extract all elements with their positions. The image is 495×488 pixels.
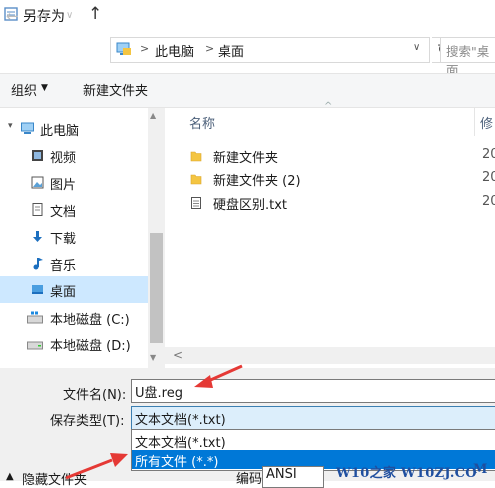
nav-item-drive-c[interactable]: 本地磁盘 (C:) — [0, 304, 148, 331]
breadcrumb-separator[interactable]: > — [205, 42, 214, 55]
video-icon — [32, 150, 43, 161]
windows-drive-icon — [27, 311, 43, 324]
save-type-value[interactable]: 文本文档(*.txt) — [135, 409, 226, 428]
title-bar — [0, 0, 495, 30]
nav-label: 音乐 — [50, 259, 77, 274]
file-row[interactable]: 新建文件夹 20 — [190, 145, 495, 169]
save-type-label: 保存类型(T): — [50, 414, 125, 429]
column-header-name[interactable]: 名称 — [189, 113, 215, 132]
nav-item-documents[interactable]: 文档 — [0, 196, 148, 223]
scroll-down-arrow-icon[interactable]: ▼ — [150, 353, 156, 362]
nav-item-this-pc[interactable]: 此电脑 ▾ — [0, 115, 148, 142]
text-file-icon — [191, 197, 201, 209]
nav-item-music[interactable]: 音乐 — [0, 250, 148, 277]
file-name: 硬盘区别.txt — [213, 198, 288, 213]
file-date: 20 — [482, 147, 495, 162]
folder-icon — [190, 174, 202, 185]
dropdown-option-all-files[interactable]: 所有文件 (*.*) — [135, 451, 218, 470]
nav-scroll-thumb[interactable] — [150, 233, 163, 343]
file-row[interactable]: 硬盘区别.txt 20 — [190, 192, 495, 216]
dropdown-option-text-document[interactable]: 文本文档(*.txt) — [135, 432, 226, 451]
nav-label: 图片 — [50, 178, 77, 193]
expand-chevron-icon[interactable]: ▾ — [8, 121, 13, 131]
desktop-icon — [32, 285, 43, 294]
horizontal-scrollbar[interactable] — [165, 347, 495, 364]
nav-item-downloads[interactable]: 下载 — [0, 223, 148, 250]
filename-value[interactable]: U盘.reg — [135, 382, 183, 401]
nav-label: 本地磁盘 (D:) — [50, 339, 131, 354]
nav-item-videos[interactable]: 视频 — [0, 142, 148, 169]
computer-icon — [21, 122, 34, 134]
filename-label: 文件名(N): — [63, 388, 127, 403]
picture-icon — [31, 176, 44, 189]
watermark-text: W10之家 W10ZJ.CO — [336, 466, 477, 481]
navigation-pane: 此电脑 ▾ 视频 图片 文档 下载 音乐 桌面 本地磁盘 (C:) 本地磁盘 (… — [0, 108, 165, 370]
hide-folders-button[interactable]: 隐藏文件夹 — [22, 469, 87, 488]
nav-label: 本地磁盘 (C:) — [50, 313, 130, 328]
nav-item-pictures[interactable]: 图片 — [0, 169, 148, 196]
forward-arrow-icon[interactable]: → — [36, 7, 49, 25]
address-dropdown-chevron-icon[interactable]: ∨ — [413, 42, 420, 53]
scroll-left-arrow-icon[interactable]: < — [173, 348, 183, 362]
organize-button[interactable]: 组织 — [11, 80, 37, 99]
up-arrow-icon[interactable]: ↑ — [88, 4, 102, 24]
collapse-chevron-icon[interactable]: ▲ — [6, 471, 14, 482]
column-divider[interactable] — [474, 108, 475, 136]
command-bar — [0, 73, 495, 108]
filename-input[interactable] — [131, 379, 495, 403]
file-list — [165, 108, 495, 348]
download-icon — [33, 231, 42, 242]
back-arrow-icon[interactable]: ← — [6, 7, 19, 25]
watermark-suffix: M — [473, 462, 488, 477]
file-name: 新建文件夹 (2) — [213, 174, 301, 189]
document-icon — [32, 203, 43, 216]
nav-item-desktop[interactable]: 桌面 — [0, 276, 148, 303]
breadcrumb-desktop[interactable]: 桌面 — [218, 41, 244, 60]
new-folder-button[interactable]: 新建文件夹 — [83, 80, 148, 99]
nav-label: 文档 — [50, 205, 77, 220]
scroll-up-arrow-icon[interactable]: ▲ — [150, 111, 156, 120]
music-icon — [33, 258, 43, 270]
nav-label: 此电脑 — [40, 124, 80, 139]
folder-icon — [190, 151, 202, 162]
column-header-date[interactable]: 修 — [480, 113, 493, 132]
file-row[interactable]: 新建文件夹 (2) 20 — [190, 168, 495, 192]
nav-label: 视频 — [50, 151, 77, 166]
sort-ascending-icon: ^ — [324, 101, 333, 112]
file-date: 20 — [482, 170, 495, 185]
nav-label: 下载 — [50, 232, 77, 247]
drive-icon — [27, 341, 43, 350]
breadcrumb-this-pc[interactable]: 此电脑 — [155, 41, 194, 60]
nav-label: 桌面 — [50, 285, 77, 300]
computer-icon — [116, 42, 131, 55]
file-date: 20 — [482, 194, 495, 209]
nav-item-drive-d[interactable]: 本地磁盘 (D:) — [0, 330, 148, 357]
breadcrumb-separator[interactable]: > — [140, 42, 149, 55]
caret-down-icon[interactable]: ▼ — [41, 83, 48, 93]
file-name: 新建文件夹 — [213, 151, 279, 166]
encoding-value[interactable]: ANSI — [266, 467, 297, 482]
recent-locations-chevron-icon[interactable]: ∨ — [66, 10, 73, 21]
